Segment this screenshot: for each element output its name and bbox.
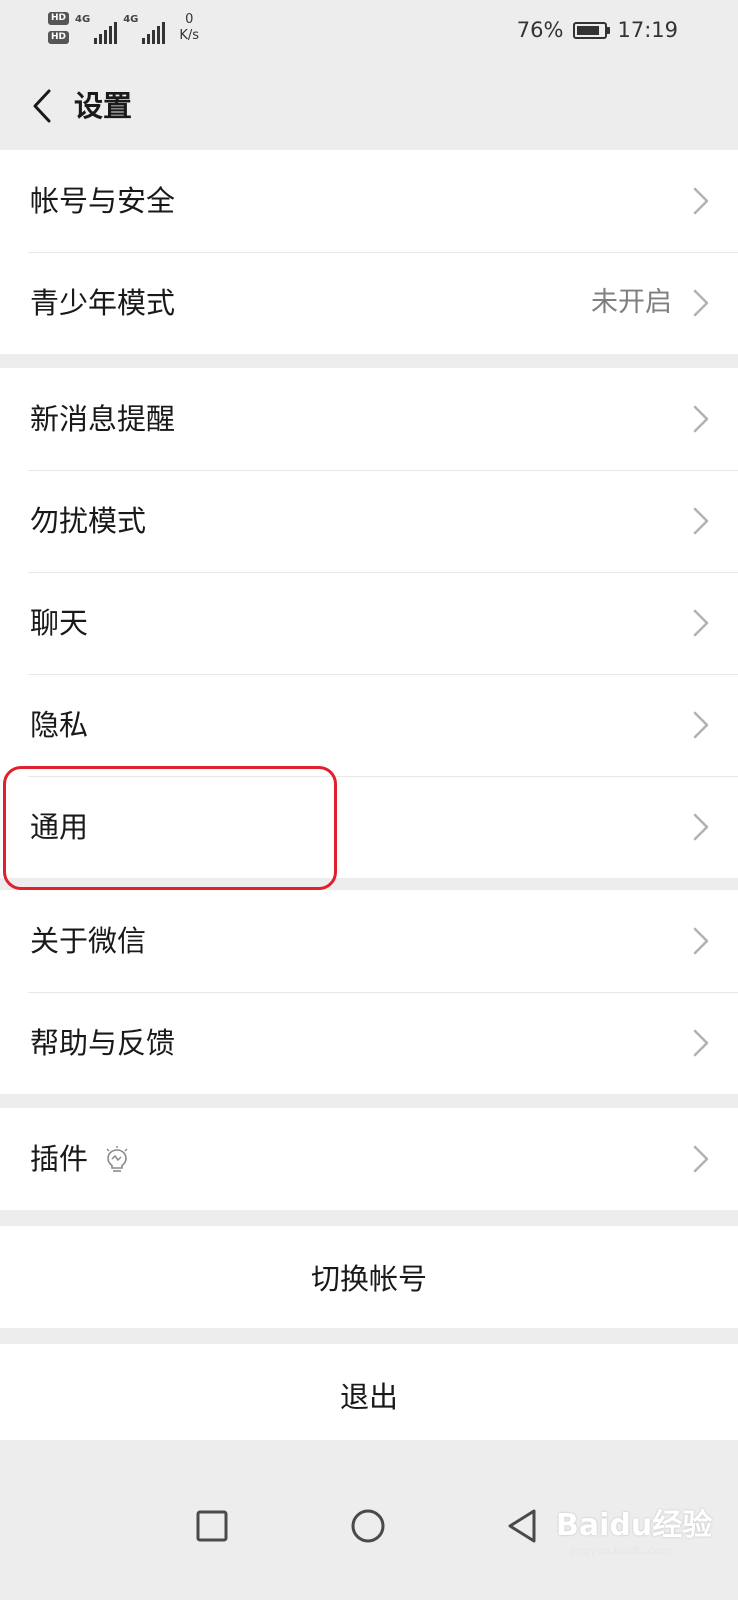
row-value: 未开启 <box>591 287 672 318</box>
settings-row-do-not-disturb[interactable]: 勿扰模式 <box>0 470 738 572</box>
network-speed: 0 K/s <box>179 12 199 44</box>
signal-icon-1: 4G <box>75 14 118 44</box>
settings-group-plugins: 插件 <box>0 1108 738 1210</box>
watermark-brand: Baidu经验 <box>556 1508 713 1543</box>
hd-badge-2: HD <box>48 31 70 44</box>
chevron-right-icon <box>693 405 709 433</box>
nav-bar: 设置 <box>0 62 738 150</box>
battery-percent: 76% <box>516 18 564 42</box>
row-label: 青少年模式 <box>30 286 176 320</box>
back-nav-button[interactable] <box>503 1506 543 1546</box>
chevron-right-icon <box>693 813 709 841</box>
page-title: 设置 <box>74 89 133 123</box>
signal-icon-2: 4G <box>123 14 166 44</box>
row-label: 帮助与反馈 <box>30 1026 176 1060</box>
settings-row-help-feedback[interactable]: 帮助与反馈 <box>0 992 738 1094</box>
switch-account-group: 切换帐号 <box>0 1226 738 1328</box>
logout-button[interactable]: 退出 <box>0 1344 738 1446</box>
network-type-2: 4G <box>123 14 139 25</box>
chevron-right-icon <box>693 711 709 739</box>
settings-row-new-message-notify[interactable]: 新消息提醒 <box>0 368 738 470</box>
settings-row-privacy[interactable]: 隐私 <box>0 674 738 776</box>
row-label: 隐私 <box>30 708 89 742</box>
back-button[interactable] <box>24 86 60 126</box>
hd-indicators: HD HD <box>48 12 70 44</box>
row-label: 关于微信 <box>30 924 147 958</box>
row-label: 聊天 <box>30 606 89 640</box>
home-button[interactable] <box>348 1506 388 1546</box>
logout-group: 退出 <box>0 1344 738 1446</box>
chevron-right-icon <box>693 1145 709 1173</box>
row-label: 新消息提醒 <box>30 402 176 436</box>
hd-badge-1: HD <box>48 12 70 25</box>
switch-account-button[interactable]: 切换帐号 <box>0 1226 738 1328</box>
network-speed-unit: K/s <box>179 28 200 43</box>
chevron-right-icon <box>693 927 709 955</box>
clock: 17:19 <box>617 18 678 42</box>
chevron-left-icon <box>33 89 51 123</box>
chevron-right-icon <box>693 187 709 215</box>
network-speed-value: 0 <box>185 12 194 27</box>
chevron-right-icon <box>693 609 709 637</box>
lightbulb-icon <box>106 1146 128 1172</box>
settings-row-chat[interactable]: 聊天 <box>0 572 738 674</box>
battery-icon <box>573 21 611 39</box>
watermark: Baidu经验 jingyan.baidu.com <box>556 1500 712 1557</box>
row-label: 帐号与安全 <box>30 184 176 218</box>
settings-group-account: 帐号与安全 青少年模式 未开启 <box>0 150 738 354</box>
row-label: 勿扰模式 <box>30 504 147 538</box>
chevron-right-icon <box>693 1029 709 1057</box>
status-bar: HD HD 4G 4G 0 K/s 76% 17:19 <box>0 0 738 62</box>
recent-apps-button[interactable] <box>192 1506 232 1546</box>
settings-row-plugins[interactable]: 插件 <box>0 1108 738 1210</box>
highlight-annotation <box>3 766 337 890</box>
settings-row-teen-mode[interactable]: 青少年模式 未开启 <box>0 252 738 354</box>
network-type-1: 4G <box>75 14 91 25</box>
settings-row-about-wechat[interactable]: 关于微信 <box>0 890 738 992</box>
settings-group-about: 关于微信 帮助与反馈 <box>0 890 738 1094</box>
chevron-right-icon <box>693 289 709 317</box>
chevron-right-icon <box>693 507 709 535</box>
settings-row-account-security[interactable]: 帐号与安全 <box>0 150 738 252</box>
watermark-url: jingyan.baidu.com <box>570 1544 672 1557</box>
row-label: 插件 <box>30 1142 89 1176</box>
